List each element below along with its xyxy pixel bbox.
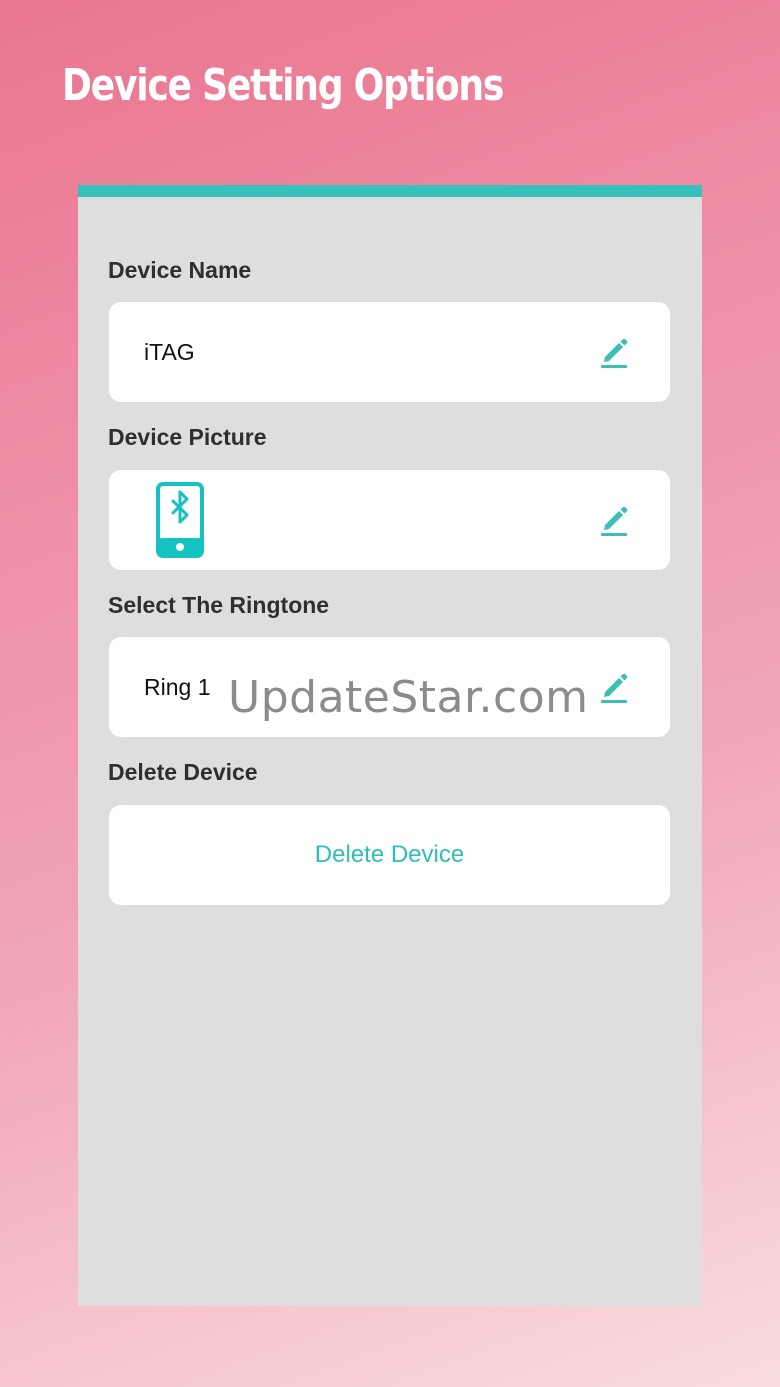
pencil-icon [601, 338, 628, 368]
edit-device-name-button[interactable] [594, 331, 634, 371]
delete-device-button[interactable]: Delete Device [109, 805, 670, 905]
device-name-label: Device Name [108, 257, 252, 283]
phone-bluetooth-icon [156, 482, 204, 558]
delete-device-button-label: Delete Device [314, 841, 465, 868]
edit-device-picture-button[interactable] [594, 499, 634, 539]
device-picture-label: Device Picture [108, 424, 267, 450]
delete-device-label: Delete Device [108, 759, 258, 785]
device-picture-row[interactable] [109, 470, 670, 570]
ringtone-value: Ring 1 [144, 674, 211, 700]
settings-card: Device Name iTAG Device Picture Select T… [78, 185, 702, 1306]
device-name-row[interactable]: iTAG [109, 302, 670, 402]
promo-title: Device Setting Options [62, 60, 504, 111]
pencil-icon [601, 673, 628, 703]
device-name-value: iTAG [144, 339, 195, 365]
card-accent-bar [78, 185, 702, 197]
ringtone-row[interactable]: Ring 1 [109, 637, 670, 737]
ringtone-label: Select The Ringtone [108, 592, 330, 618]
edit-ringtone-button[interactable] [594, 666, 634, 706]
pencil-icon [601, 506, 628, 536]
